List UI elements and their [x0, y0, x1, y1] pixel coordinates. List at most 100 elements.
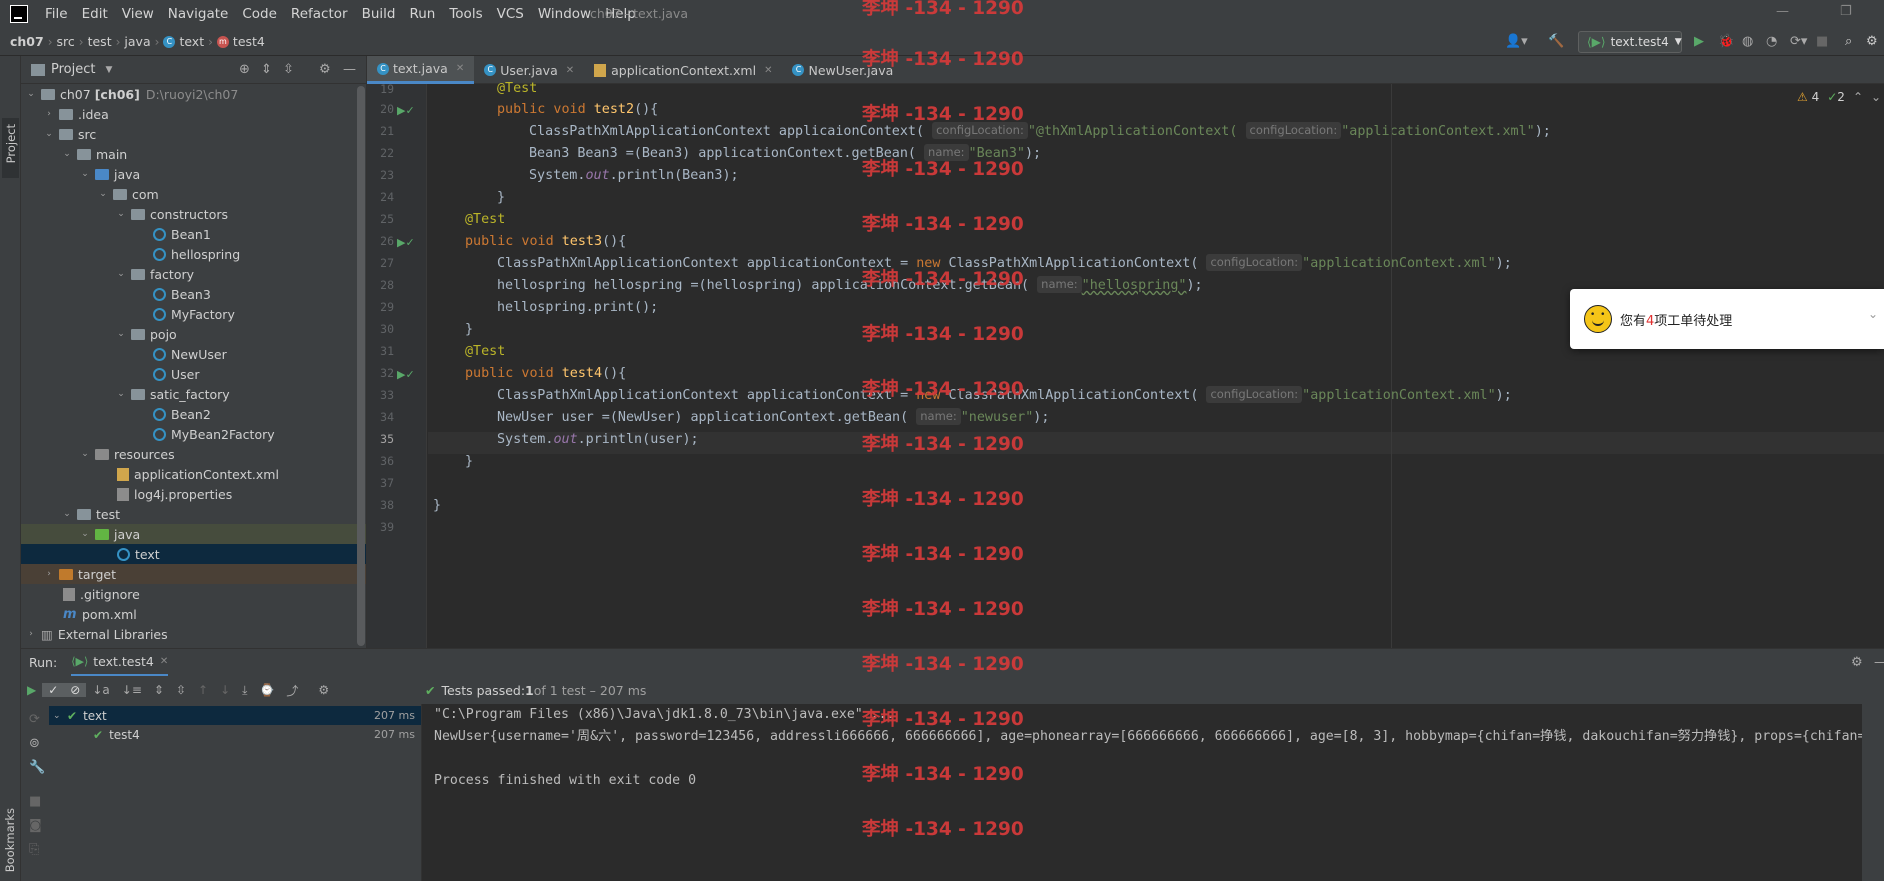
menu-edit[interactable]: Edit [75, 6, 115, 22]
expand-arrow-icon[interactable]: ⌄ [115, 329, 127, 339]
expand-arrow-icon[interactable]: ⌄ [61, 149, 73, 159]
next-failed-icon[interactable]: ↓ [214, 683, 236, 697]
tree-item-target[interactable]: › target [21, 564, 366, 584]
tree-item-pojo[interactable]: ⌄ pojo [21, 324, 366, 344]
restore-layout-icon[interactable]: ⎘ [29, 842, 39, 857]
menu-window[interactable]: Window [531, 6, 598, 22]
project-panel-title[interactable]: Project [51, 62, 95, 77]
menu-tools[interactable]: Tools [442, 6, 489, 22]
chevron-up-icon[interactable]: ⌃ [1853, 90, 1863, 104]
tree-item-mybean2factory[interactable]: MyBean2Factory [21, 424, 366, 444]
menu-code[interactable]: Code [235, 6, 284, 22]
code-editor[interactable]: @Test public void test2(){ ClassPathXmlA… [428, 81, 1884, 648]
expand-arrow-icon[interactable]: ⌄ [43, 129, 55, 139]
collapsed-arrow-icon[interactable]: › [43, 569, 55, 579]
expand-arrow-icon[interactable]: ⌄ [79, 169, 91, 179]
project-tool-button[interactable]: Project [2, 118, 19, 178]
tree-item-constructors[interactable]: ⌄ constructors [21, 204, 366, 224]
tree-item-external-libraries[interactable]: › ▥ External Libraries [21, 624, 366, 644]
tree-item-main-java[interactable]: ⌄ java [21, 164, 366, 184]
tree-item-main[interactable]: ⌄ main [21, 144, 366, 164]
tree-item-gitignore[interactable]: .gitignore [21, 584, 366, 604]
tree-item-test[interactable]: ⌄ test [21, 504, 366, 524]
history-icon[interactable]: ⌚ [253, 683, 280, 697]
tree-item-satic-factory[interactable]: ⌄ satic_factory [21, 384, 366, 404]
minimize-window-icon[interactable]: — [1776, 4, 1789, 19]
tree-item-bean2[interactable]: Bean2 [21, 404, 366, 424]
close-icon[interactable]: ✕ [456, 63, 464, 74]
menu-run[interactable]: Run [402, 6, 442, 22]
bookmarks-tool-label[interactable]: Bookmarks [3, 808, 17, 872]
menu-navigate[interactable]: Navigate [161, 6, 236, 22]
run-test-gutter-icon[interactable]: ▶✓ [397, 104, 415, 117]
tree-item-resources[interactable]: ⌄ resources [21, 444, 366, 464]
show-ignored-icon[interactable]: ⊘ [64, 683, 87, 697]
tree-item-log4j-properties[interactable]: log4j.properties [21, 484, 366, 504]
collapse-all-icon[interactable]: ⇳ [283, 62, 294, 77]
collapsed-arrow-icon[interactable]: › [43, 109, 55, 119]
menu-file[interactable]: File [38, 6, 75, 22]
pending-tickets-notification[interactable]: 您有4项工单待处理 ⌄ [1570, 289, 1884, 349]
inspection-widget[interactable]: ⚠ 4 ✓2 ⌃ ⌄ [1797, 90, 1881, 104]
menu-view[interactable]: View [115, 6, 161, 22]
tree-item-src[interactable]: ⌄ src [21, 124, 366, 144]
more-run-icon[interactable]: ⟳▾ [1790, 34, 1807, 49]
toggle-auto-test-icon[interactable]: ⊚ [29, 736, 40, 751]
export-icon[interactable]: ⤴ [280, 682, 304, 699]
sort-duration-icon[interactable]: ↓≡ [116, 683, 148, 697]
stop-icon[interactable]: ■ [1816, 34, 1828, 49]
tree-item-test-java[interactable]: ⌄ java [21, 524, 366, 544]
coverage-icon[interactable]: ◍ [1742, 34, 1753, 49]
tree-item-factory[interactable]: ⌄ factory [21, 264, 366, 284]
tree-item-newuser[interactable]: NewUser [21, 344, 366, 364]
collapsed-arrow-icon[interactable]: › [25, 629, 37, 639]
breadcrumb-test[interactable]: test [84, 34, 116, 49]
menu-vcs[interactable]: VCS [490, 6, 531, 22]
expand-arrow-icon[interactable]: ⌄ [115, 269, 127, 279]
expand-arrow-icon[interactable]: ⌄ [79, 449, 91, 459]
expand-arrow-icon[interactable]: ⌄ [115, 389, 127, 399]
menu-refactor[interactable]: Refactor [284, 6, 355, 22]
chevron-down-icon[interactable]: ⌄ [1871, 90, 1881, 104]
locate-icon[interactable]: ⊕ [239, 62, 250, 77]
expand-all-icon[interactable]: ⇕ [261, 62, 272, 77]
tree-item-myfactory[interactable]: MyFactory [21, 304, 366, 324]
test-case-row[interactable]: ✔ test4 207 ms [49, 725, 421, 744]
expand-all-icon[interactable]: ⇕ [148, 683, 170, 697]
breadcrumb-method[interactable]: m test4 [213, 34, 269, 49]
restore-window-icon[interactable]: ❐ [1840, 4, 1852, 19]
tree-item-applicationcontext-xml[interactable]: applicationContext.xml [21, 464, 366, 484]
close-icon[interactable]: ✕ [160, 656, 168, 667]
expand-arrow-icon[interactable]: ⌄ [25, 89, 37, 99]
settings-gear-icon[interactable]: ⚙ [1866, 34, 1878, 49]
breadcrumb-project[interactable]: ch07 [6, 34, 48, 49]
expand-arrow-icon[interactable]: ⌄ [61, 509, 73, 519]
expand-arrow-icon[interactable]: ⌄ [115, 209, 127, 219]
expand-arrow-icon[interactable]: ⌄ [97, 189, 109, 199]
import-tests-icon[interactable]: ⤓ [236, 683, 253, 698]
expand-arrow-icon[interactable]: ⌄ [79, 529, 91, 539]
expand-arrow-icon[interactable]: ⌄ [53, 711, 67, 721]
hide-panel-icon[interactable]: — [343, 62, 356, 77]
run-icon[interactable]: ▶ [1694, 34, 1704, 49]
run-test-gutter-icon[interactable]: ▶✓ [397, 368, 415, 381]
gear-icon[interactable]: ⚙ [312, 683, 335, 697]
camera-icon[interactable]: ◙ [29, 818, 42, 833]
close-icon[interactable]: ✕ [566, 65, 574, 76]
hide-panel-icon[interactable]: — [1874, 655, 1884, 670]
debug-icon[interactable]: 🐞 [1718, 34, 1734, 49]
tab-text-java[interactable]: C text.java ✕ [367, 56, 475, 84]
sort-alpha-icon[interactable]: ↓a [86, 683, 115, 697]
ok-count[interactable]: ✓2 [1827, 90, 1845, 104]
rerun-icon[interactable]: ▶ [21, 683, 42, 697]
gear-icon[interactable]: ⚙ [319, 62, 331, 77]
menu-build[interactable]: Build [355, 6, 403, 22]
wrench-icon[interactable]: 🔧 [29, 760, 45, 775]
breadcrumb-class[interactable]: Ctext [159, 34, 208, 49]
settings-gear-icon[interactable]: ⚙ [1851, 655, 1863, 670]
test-suite-row[interactable]: ⌄ ✔ text 207 ms [49, 706, 421, 725]
previous-failed-icon[interactable]: ↑ [192, 683, 214, 697]
run-configuration-selector[interactable]: ⟨▶⟩ text.test4 ▼ [1578, 31, 1682, 53]
tree-item-bean3[interactable]: Bean3 [21, 284, 366, 304]
close-icon[interactable]: ✕ [764, 65, 772, 76]
